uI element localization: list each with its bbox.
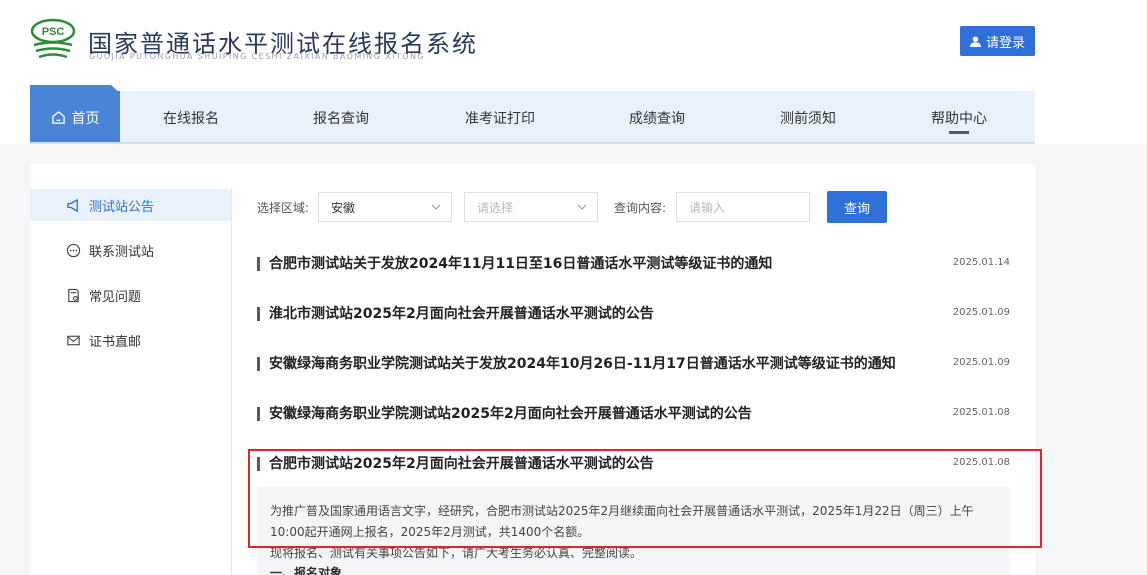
sidebar-item-label: 证书直邮 — [89, 334, 142, 350]
notice-item[interactable]: 合肥市测试站关于发放2024年11月11日至16日普通话水平测试等级证书的通知 … — [257, 252, 1010, 276]
notice-item-expanded[interactable]: 合肥市测试站2025年2月面向社会开展普通话水平测试的公告 2025.01.08 — [257, 452, 1010, 476]
sidebar-divider — [231, 188, 232, 575]
notice-title[interactable]: 合肥市测试站2025年2月面向社会开展普通话水平测试的公告 — [269, 453, 654, 473]
login-label: 请登录 — [985, 35, 1025, 51]
notice-item[interactable]: 安徽绿海商务职业学院测试站2025年2月面向社会开展普通话水平测试的公告 202… — [257, 402, 1010, 426]
search-button[interactable]: 查询 — [827, 191, 887, 223]
nav-item-home-label: 首页 — [71, 110, 100, 127]
nav-bottom-border — [30, 142, 1035, 144]
notice-detail: 为推广普及国家通用语言文字，经研究，合肥市测试站2025年2月继续面向社会开展普… — [257, 487, 1010, 575]
notice-marker — [257, 357, 260, 371]
chevron-down-icon — [577, 204, 587, 210]
notice-item[interactable]: 安徽绿海商务职业学院测试站关于发放2024年10月26日-11月17日普通话水平… — [257, 352, 1010, 376]
nav-item-home[interactable]: 首页 — [30, 91, 120, 144]
user-icon — [969, 35, 981, 47]
notice-date: 2025.01.14 — [952, 257, 1010, 268]
notice-date: 2025.01.08 — [952, 407, 1010, 418]
notice-date: 2025.01.09 — [952, 307, 1010, 318]
region-label: 选择区域: — [257, 201, 310, 215]
notice-marker — [257, 307, 260, 321]
sidebar-item-label: 常见问题 — [89, 289, 142, 305]
province-select-value: 安徽 — [331, 200, 356, 215]
sidebar-item-station-notices[interactable]: 测试站公告 — [30, 189, 231, 221]
nav-item-admission-print[interactable]: 准考证打印 — [435, 91, 565, 144]
question-doc-icon — [68, 288, 79, 302]
sidebar-item-certificate-mail[interactable]: 证书直邮 — [30, 324, 231, 356]
notice-marker — [257, 257, 260, 271]
notice-title[interactable]: 安徽绿海商务职业学院测试站2025年2月面向社会开展普通话水平测试的公告 — [269, 403, 752, 423]
megaphone-icon — [67, 198, 78, 212]
query-input[interactable]: 请输入 — [676, 192, 810, 222]
sidebar-item-label: 联系测试站 — [89, 244, 155, 260]
notice-detail-paragraph: 现将报名、测试有关事项公告如下，请广大考生务必认真、完整阅读。 — [270, 546, 643, 560]
notice-detail-paragraph: 为推广普及国家通用语言文字，经研究，合肥市测试站2025年2月继续面向社会开展普… — [270, 504, 974, 539]
nav-item-registration-query[interactable]: 报名查询 — [286, 91, 396, 144]
main-nav: 首页 在线报名 报名查询 准考证打印 成绩查询 测前须知 帮助中心 — [30, 91, 1035, 144]
home-icon — [51, 111, 65, 124]
nav-item-pretest-notice[interactable]: 测前须知 — [753, 91, 863, 144]
notice-item[interactable]: 淮北市测试站2025年2月面向社会开展普通话水平测试的公告 2025.01.09 — [257, 302, 1010, 326]
chat-icon — [66, 243, 81, 257]
province-select[interactable]: 安徽 — [318, 192, 452, 222]
notice-marker — [257, 407, 260, 421]
sidebar-item-label: 测试站公告 — [89, 199, 155, 215]
site-subtitle: GUOJIA PUTONGHUA SHUIPING CESHI ZAIXIAN … — [89, 52, 425, 61]
sidebar-item-contact-station[interactable]: 联系测试站 — [30, 234, 231, 266]
chevron-down-icon — [431, 204, 441, 210]
nav-item-help-center[interactable]: 帮助中心 — [904, 91, 1014, 144]
notice-title[interactable]: 安徽绿海商务职业学院测试站关于发放2024年10月26日-11月17日普通话水平… — [269, 353, 896, 373]
sidebar-item-faq[interactable]: 常见问题 — [30, 279, 231, 311]
city-select-placeholder: 请选择 — [477, 200, 514, 215]
notice-title[interactable]: 合肥市测试站关于发放2024年11月11日至16日普通话水平测试等级证书的通知 — [269, 253, 772, 273]
nav-active-indicator — [949, 131, 969, 134]
notice-date: 2025.01.08 — [952, 457, 1010, 468]
nav-item-online-registration[interactable]: 在线报名 — [136, 91, 246, 144]
query-label: 查询内容: — [614, 201, 667, 215]
notice-title[interactable]: 淮北市测试站2025年2月面向社会开展普通话水平测试的公告 — [269, 303, 654, 323]
query-input-placeholder: 请输入 — [689, 200, 726, 215]
svg-text:PSC: PSC — [42, 26, 65, 38]
nav-item-score-query[interactable]: 成绩查询 — [602, 91, 712, 144]
notice-detail-section-heading: 一、报名对象 — [270, 566, 343, 575]
notice-date: 2025.01.09 — [952, 357, 1010, 368]
psc-logo: PSC — [30, 18, 76, 59]
notice-marker — [257, 457, 260, 471]
login-button[interactable]: 请登录 — [960, 26, 1035, 56]
city-select[interactable]: 请选择 — [464, 192, 598, 222]
mail-icon — [67, 335, 80, 345]
